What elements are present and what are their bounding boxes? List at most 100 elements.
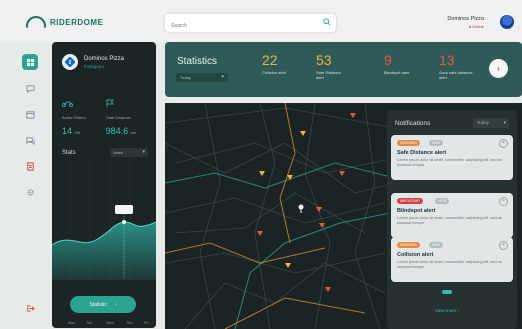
app-logo[interactable]: RIDERDOME [26, 16, 103, 28]
notification-pager-dot[interactable] [442, 290, 452, 294]
user-info[interactable]: Dominos Pizza ● Delete [447, 16, 484, 29]
chart-marker-point[interactable] [122, 220, 126, 224]
collision-alert-stat[interactable]: 22 Collision alert [262, 52, 288, 75]
notification-title: Safe Distance alert [397, 150, 447, 156]
chart-area [52, 222, 156, 280]
notification-title: Collision alert [397, 252, 434, 258]
alert-marker[interactable] [325, 287, 331, 292]
close-icon[interactable]: × [499, 197, 508, 206]
search-icon[interactable] [323, 18, 331, 26]
flag-icon [106, 99, 114, 107]
alert-marker[interactable] [339, 171, 345, 176]
active-riders-unit: /25 [74, 130, 81, 135]
alert-marker[interactable] [316, 207, 322, 212]
sidebar-item-settings[interactable] [22, 184, 38, 200]
notification-desc: Lorem ipsum dolor sit amet, consectetur … [397, 216, 502, 225]
notification-new-badge: NEW [429, 242, 444, 248]
rider-location-marker[interactable] [298, 204, 304, 214]
notification-card[interactable]: IMPORTANT NEW × Blindspot alert Lorem ip… [391, 193, 513, 238]
alert-marker[interactable] [300, 131, 306, 136]
statistics-banner: Statistics Today 22 Collision alert 53 S… [165, 42, 522, 97]
safe-distance-alert-count: 53 [316, 52, 332, 68]
alert-marker[interactable] [259, 171, 265, 176]
company-logo [62, 54, 78, 70]
alert-marker[interactable] [257, 231, 263, 236]
top-bar: RIDERDOME Dominos Pizza ● Delete [0, 0, 522, 42]
safe-distance-alert-stat[interactable]: 53 Safe Distance alert [316, 52, 348, 80]
next-stats-button[interactable]: › [489, 59, 508, 78]
notification-badge: WARNING [397, 242, 420, 248]
chevron-right-icon: › [114, 301, 117, 308]
notifications-title: Notifications [395, 120, 431, 127]
notification-desc: Lorem ipsum dolor sit amet, consectetur … [397, 260, 502, 269]
notification-new-badge: NEW [429, 140, 444, 146]
chart-x-label: Thu [126, 321, 133, 325]
avatar[interactable] [500, 15, 514, 29]
statistics-filter-select[interactable]: Today [176, 73, 228, 82]
statistic-button-label: Statistic [89, 301, 107, 308]
search-bar[interactable] [165, 14, 336, 36]
chart-x-label: Fri [144, 321, 149, 325]
statistic-button[interactable]: Statistic › [70, 296, 136, 313]
company-header: Dominos Pizza Instagram [62, 54, 124, 70]
sidebar-item-messages[interactable] [22, 132, 38, 148]
message-icon [25, 136, 35, 145]
sock-safe-distance-alert-count: 13 [439, 52, 455, 68]
sidebar-item-calendar[interactable] [22, 106, 38, 122]
sidebar-rail [18, 45, 44, 329]
sidebar-item-logout[interactable] [22, 300, 38, 316]
company-subtitle[interactable]: Instagram [84, 64, 124, 69]
alert-marker[interactable] [287, 175, 293, 180]
domino-icon [65, 57, 75, 67]
alert-marker[interactable] [285, 263, 291, 268]
chat-icon [25, 84, 35, 93]
alert-marker[interactable] [319, 223, 325, 228]
calendar-icon [25, 110, 35, 119]
safe-distance-alert-label: Safe Distance alert [316, 70, 341, 80]
notification-card[interactable]: WARNING NEW × Safe Distance alert Lorem … [391, 135, 513, 180]
view-more-link[interactable]: View more › [435, 308, 459, 313]
dashboard-icon [26, 58, 34, 66]
chevron-right-icon: › [497, 64, 500, 73]
total-distance-stat: Total Distance 984.6 km [106, 94, 136, 136]
user-status[interactable]: ● Delete [447, 24, 484, 29]
notification-card[interactable]: WARNING NEW × Collision alert Lorem ipsu… [391, 237, 513, 282]
sidebar-item-dashboard[interactable] [22, 54, 38, 70]
notification-desc: Lorem ipsum dolor sit amet, consectetur … [397, 158, 502, 167]
brand-name: RIDERDOME [50, 17, 104, 27]
chart-x-label: Mon [68, 321, 76, 325]
notification-title: Blindspot alert [397, 208, 436, 214]
notifications-filter-select[interactable]: Today [473, 118, 509, 128]
stats-area-chart [52, 160, 156, 280]
blindspot-alert-label: Blindspot alert [384, 70, 410, 75]
alert-marker[interactable] [350, 113, 356, 118]
notification-badge: WARNING [397, 140, 420, 146]
total-distance-unit: km [130, 130, 136, 135]
company-card: Dominos Pizza Instagram Active Riders 14… [52, 42, 156, 328]
search-input[interactable] [165, 16, 313, 36]
stats-title: Stats [62, 149, 76, 156]
sock-safe-distance-alert-label: Sock safe distance alert [439, 70, 473, 80]
notifications-panel: Notifications Today WARNING NEW × Safe D… [387, 110, 517, 329]
chart-x-label: Tue [86, 321, 93, 325]
stats-header: Stats Week [62, 148, 148, 157]
gear-icon [26, 188, 34, 196]
sidebar-item-reports[interactable] [22, 158, 38, 174]
notification-new-badge: NEW [435, 198, 450, 204]
sock-safe-distance-alert-stat[interactable]: 13 Sock safe distance alert [439, 52, 475, 80]
blindspot-alert-stat[interactable]: 9 Blindspot alert [384, 52, 412, 75]
total-distance-label: Total Distance [105, 115, 131, 120]
chart-tooltip [115, 205, 133, 214]
close-icon[interactable]: × [499, 241, 508, 250]
collision-alert-count: 22 [262, 52, 278, 68]
total-distance-value: 984.6 [105, 126, 129, 136]
user-name: Dominos Pizza [447, 16, 484, 22]
chart-x-label: Wed [106, 321, 114, 325]
company-name: Dominos Pizza [84, 55, 125, 62]
sidebar-item-chat[interactable] [22, 80, 38, 96]
active-riders-value: 14 [62, 126, 73, 136]
close-icon[interactable]: × [499, 139, 508, 148]
company-stats: Active Riders 14 /25 Total Distance 984.… [61, 94, 136, 136]
statistics-title: Statistics [177, 56, 218, 67]
stats-filter-select[interactable]: Week [110, 148, 148, 157]
